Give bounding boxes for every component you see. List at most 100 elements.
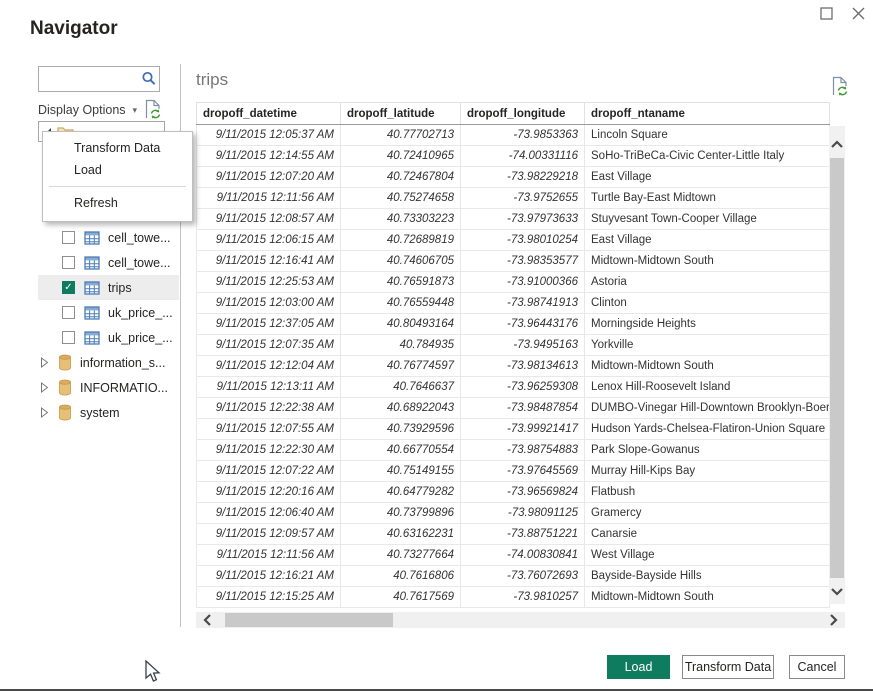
scroll-right-icon[interactable] — [823, 612, 845, 628]
table-row: 9/11/2015 12:13:11 AM40.7646637-73.96259… — [197, 377, 830, 398]
table-cell: -73.98754883 — [461, 440, 585, 461]
tree-item-information-s[interactable]: information_s... — [38, 350, 179, 375]
menu-separator — [49, 186, 186, 187]
scroll-left-icon[interactable] — [196, 612, 218, 628]
table-cell: 40.77702713 — [341, 125, 461, 146]
horizontal-scrollbar[interactable] — [196, 612, 845, 628]
table-cell: DUMBO-Vinegar Hill-Downtown Brooklyn-Boe… — [585, 398, 830, 419]
menu-item-refresh[interactable]: Refresh — [43, 192, 192, 214]
scroll-up-icon[interactable] — [829, 136, 845, 152]
table-cell: 40.80493164 — [341, 314, 461, 335]
table-cell: 40.75274658 — [341, 188, 461, 209]
checkbox-unchecked[interactable] — [62, 231, 75, 244]
table-cell: 9/11/2015 12:16:41 AM — [197, 251, 341, 272]
tree-item-trips[interactable]: ✓ trips — [38, 275, 179, 300]
tree-item-cell-towe[interactable]: cell_towe... — [38, 225, 179, 250]
tree-item-label: information_s... — [80, 356, 165, 370]
table-cell: -73.9853363 — [461, 125, 585, 146]
table-cell: -73.96443176 — [461, 314, 585, 335]
table-cell: 40.64779282 — [341, 482, 461, 503]
table-cell: Canarsie — [585, 524, 830, 545]
table-cell: Yorkville — [585, 335, 830, 356]
table-cell: -73.96569824 — [461, 482, 585, 503]
table-cell: Murray Hill-Kips Bay — [585, 461, 830, 482]
table-cell: Midtown-Midtown South — [585, 587, 830, 608]
search-input[interactable] — [39, 67, 139, 91]
table-cell: West Village — [585, 545, 830, 566]
checkbox-unchecked[interactable] — [62, 331, 75, 344]
transform-data-button[interactable]: Transform Data — [682, 655, 774, 679]
checkbox-unchecked[interactable] — [62, 306, 75, 319]
table-cell: 9/11/2015 12:08:57 AM — [197, 209, 341, 230]
tree-item-system[interactable]: system — [38, 400, 179, 425]
column-header-dropoff_datetime: dropoff_datetime — [197, 103, 341, 125]
table-cell: 40.75149155 — [341, 461, 461, 482]
checkbox-unchecked[interactable] — [62, 256, 75, 269]
table-row: 9/11/2015 12:05:37 AM40.77702713-73.9853… — [197, 125, 830, 146]
search-box[interactable] — [38, 66, 160, 92]
chevron-right-icon[interactable] — [40, 382, 49, 393]
table-cell: East Village — [585, 167, 830, 188]
menu-item-load[interactable]: Load — [43, 159, 192, 181]
database-cylinder-icon — [58, 404, 72, 421]
table-cell: Lenox Hill-Roosevelt Island — [585, 377, 830, 398]
tree-item-uk-price[interactable]: uk_price_... — [38, 325, 179, 350]
table-cell: 40.73277664 — [341, 545, 461, 566]
tree-item-uk-price[interactable]: uk_price_... — [38, 300, 179, 325]
tree-item-label: INFORMATIO... — [80, 381, 168, 395]
maximize-icon[interactable] — [818, 4, 836, 22]
table-cell: Flatbush — [585, 482, 830, 503]
search-icon[interactable] — [139, 69, 159, 89]
table-cell: 40.76591873 — [341, 272, 461, 293]
table-cell: 9/11/2015 12:12:04 AM — [197, 356, 341, 377]
table-row: 9/11/2015 12:09:57 AM40.63162231-73.8875… — [197, 524, 830, 545]
tree-item-label: trips — [108, 281, 132, 295]
table-cell: -74.00830841 — [461, 545, 585, 566]
table-grid-icon — [84, 281, 100, 295]
table-grid-icon — [84, 331, 100, 345]
tree-item-informatio[interactable]: INFORMATIO... — [38, 375, 179, 400]
table-cell: -73.98741913 — [461, 293, 585, 314]
table-cell: 9/11/2015 12:13:11 AM — [197, 377, 341, 398]
tree-item-label: system — [80, 406, 120, 420]
table-cell: 9/11/2015 12:09:57 AM — [197, 524, 341, 545]
checkbox-checked[interactable]: ✓ — [62, 281, 75, 294]
table-row: 9/11/2015 12:25:53 AM40.76591873-73.9100… — [197, 272, 830, 293]
nav-tree: cell_towe... cell_towe... cell_towe...✓ … — [38, 200, 179, 425]
table-cell: 9/11/2015 12:11:56 AM — [197, 188, 341, 209]
chevron-right-icon[interactable] — [40, 357, 49, 368]
horizontal-scrollbar-track[interactable] — [218, 612, 823, 628]
tree-item-label: uk_price_... — [108, 331, 173, 345]
horizontal-scrollbar-thumb[interactable] — [225, 613, 393, 627]
table-grid-icon — [84, 306, 100, 320]
preview-title: trips — [196, 70, 228, 90]
tree-item-cell-towe[interactable]: cell_towe... — [38, 250, 179, 275]
database-cylinder-icon — [58, 379, 72, 396]
cancel-button[interactable]: Cancel — [789, 655, 845, 679]
table-cell: 9/11/2015 12:37:05 AM — [197, 314, 341, 335]
menu-item-transform-data[interactable]: Transform Data — [43, 137, 192, 159]
table-cell: 9/11/2015 12:07:22 AM — [197, 461, 341, 482]
scroll-down-icon[interactable] — [829, 584, 845, 600]
load-button[interactable]: Load — [607, 655, 670, 679]
table-cell: 40.74606705 — [341, 251, 461, 272]
table-cell: 9/11/2015 12:03:00 AM — [197, 293, 341, 314]
table-cell: Astoria — [585, 272, 830, 293]
tree-item-label: cell_towe... — [108, 256, 171, 270]
dialog-footer: Load Transform Data Cancel — [0, 655, 873, 683]
table-row: 9/11/2015 12:07:20 AM40.72467804-73.9822… — [197, 167, 830, 188]
chevron-right-icon[interactable] — [40, 407, 49, 418]
refresh-preview-icon[interactable] — [831, 76, 849, 102]
vertical-scrollbar-thumb[interactable] — [830, 158, 844, 578]
table-row: 9/11/2015 12:11:56 AM40.75274658-73.9752… — [197, 188, 830, 209]
table-cell: 40.784935 — [341, 335, 461, 356]
table-cell: East Village — [585, 230, 830, 251]
table-cell: Bayside-Bayside Hills — [585, 566, 830, 587]
data-preview-table: dropoff_datetimedropoff_latitudedropoff_… — [196, 102, 829, 608]
database-cylinder-icon — [58, 354, 72, 371]
table-cell: 40.66770554 — [341, 440, 461, 461]
table-cell: -73.99921417 — [461, 419, 585, 440]
table-cell: 9/11/2015 12:06:15 AM — [197, 230, 341, 251]
vertical-scrollbar[interactable] — [829, 126, 845, 604]
close-icon[interactable] — [850, 4, 868, 22]
